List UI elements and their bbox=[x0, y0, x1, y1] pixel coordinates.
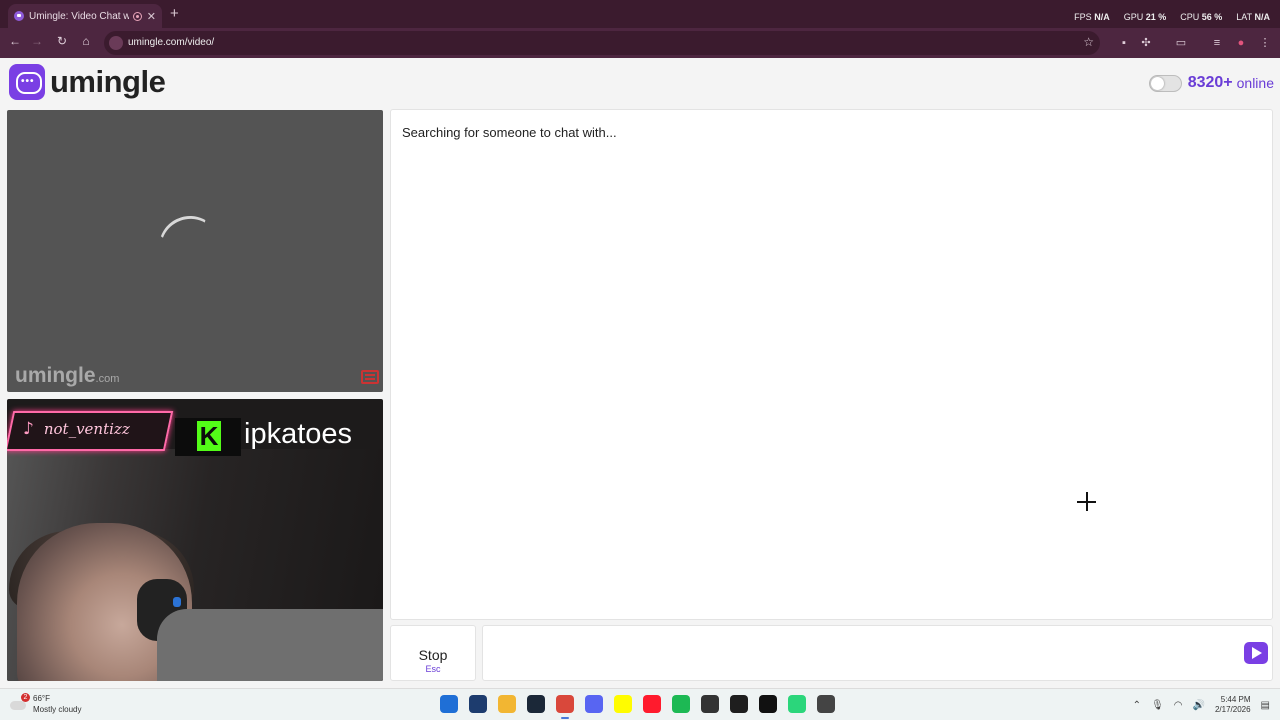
back-icon[interactable]: ← bbox=[6, 34, 24, 48]
opera-icon[interactable] bbox=[643, 695, 661, 713]
wifi-icon[interactable]: ◠ bbox=[1174, 700, 1183, 711]
weather-desc: Mostly cloudy bbox=[33, 705, 82, 714]
browser-tab[interactable]: Umingle: Video Chat with S ✕ bbox=[8, 4, 162, 28]
chat-log: Searching for someone to chat with... bbox=[390, 109, 1273, 620]
theme-toggle[interactable] bbox=[1148, 74, 1182, 92]
browser-toolbar: ← → ↻ ⌂ umingle.com/video/ ☆ ▪ ✣ ▭ ≡ ● ⋮ bbox=[0, 28, 1280, 58]
weather-widget[interactable]: 2 66°F Mostly cloudy bbox=[10, 693, 81, 715]
stop-label: Stop bbox=[418, 647, 448, 663]
file-explorer-icon[interactable] bbox=[498, 695, 516, 713]
tab-title: Umingle: Video Chat with S bbox=[29, 10, 129, 22]
menu-kebab-icon[interactable]: ⋮ bbox=[1258, 36, 1272, 50]
volume-icon[interactable]: 🔊 bbox=[1193, 700, 1205, 711]
performance-overlay: FPS N/A GPU 21 % CPU 56 % LAT N/A bbox=[1074, 12, 1270, 22]
video-watermark: umingle.com bbox=[15, 364, 120, 387]
task-view-icon[interactable] bbox=[469, 695, 487, 713]
online-label: online bbox=[1236, 75, 1274, 91]
loading-spinner-icon bbox=[150, 207, 230, 287]
gpu-stat: GPU 21 % bbox=[1123, 12, 1167, 22]
rockstar-icon[interactable] bbox=[759, 695, 777, 713]
start-icon[interactable] bbox=[440, 695, 458, 713]
send-icon[interactable] bbox=[1244, 642, 1268, 664]
stop-button[interactable]: Stop Esc bbox=[390, 625, 476, 681]
extension-icon[interactable]: ▪ bbox=[1117, 36, 1131, 50]
weather-temp: 66°F bbox=[33, 694, 50, 703]
notification-badge: 2 bbox=[21, 693, 30, 702]
lat-stat: LAT N/A bbox=[1236, 12, 1270, 22]
online-indicator: 8320+ online bbox=[1148, 74, 1274, 92]
chat-status-text: Searching for someone to chat with... bbox=[402, 125, 617, 140]
cpu-stat: CPU 56 % bbox=[1180, 12, 1223, 22]
app-red-icon[interactable] bbox=[817, 695, 835, 713]
puzzle-extensions-icon[interactable]: ✣ bbox=[1139, 36, 1153, 50]
fps-stat: FPS N/A bbox=[1074, 12, 1110, 22]
app-green-icon[interactable] bbox=[788, 695, 806, 713]
clock-date: 2/17/2026 bbox=[1214, 705, 1251, 714]
tray-overflow-icon[interactable]: ⌃ bbox=[1133, 700, 1141, 711]
terminal-icon[interactable] bbox=[730, 695, 748, 713]
profile-icon[interactable]: ● bbox=[1234, 36, 1248, 50]
report-flag-icon[interactable] bbox=[361, 370, 379, 384]
browser-titlebar: Umingle: Video Chat with S ✕ + FPS N/A G… bbox=[0, 0, 1280, 28]
umingle-page: ••• umingle 8320+ online umingle.com ♪ n… bbox=[0, 58, 1280, 688]
tab-close-icon[interactable]: ✕ bbox=[147, 10, 156, 23]
snapchat-icon[interactable] bbox=[614, 695, 632, 713]
site-info-icon[interactable] bbox=[109, 36, 123, 50]
online-count: 8320+ bbox=[1187, 74, 1233, 91]
forward-icon[interactable]: → bbox=[28, 34, 46, 48]
spotify-icon[interactable] bbox=[672, 695, 690, 713]
cloud-icon bbox=[10, 701, 26, 710]
self-video: ♪ not_ventizz K ipkatoes bbox=[7, 399, 383, 681]
clock[interactable]: 5:44 PM 2/17/2026 bbox=[1215, 695, 1251, 715]
logo-text: umingle bbox=[50, 64, 166, 99]
umingle-favicon-icon bbox=[14, 11, 24, 21]
chrome-icon[interactable] bbox=[556, 695, 574, 719]
site-logo[interactable]: ••• umingle bbox=[9, 64, 166, 100]
microphone-icon[interactable]: 🎙 bbox=[1151, 700, 1164, 711]
clock-time: 5:44 PM bbox=[1220, 695, 1251, 704]
tiktok-handle: not_ventizz bbox=[43, 420, 130, 438]
stop-shortcut: Esc bbox=[425, 664, 441, 674]
chat-bubble-logo-icon: ••• bbox=[9, 64, 45, 100]
address-bar[interactable]: umingle.com/video/ ☆ bbox=[104, 31, 1100, 55]
kick-handle: ipkatoes bbox=[244, 418, 353, 450]
url-text[interactable]: umingle.com/video/ bbox=[128, 37, 214, 48]
tiktok-icon: ♪ bbox=[23, 419, 34, 439]
cast-icon[interactable]: ▭ bbox=[1174, 36, 1188, 50]
crosshair-cursor-icon bbox=[1077, 492, 1096, 511]
taskbar-apps bbox=[440, 695, 835, 719]
bookmark-star-icon[interactable]: ☆ bbox=[1083, 35, 1094, 49]
discord-icon[interactable] bbox=[585, 695, 603, 713]
new-tab-button[interactable]: + bbox=[170, 5, 179, 22]
media-controls-icon[interactable]: ≡ bbox=[1210, 36, 1224, 50]
reload-icon[interactable]: ↻ bbox=[53, 34, 71, 48]
stranger-video: umingle.com bbox=[7, 110, 383, 392]
system-tray: ⌃ 🎙 ◠ 🔊 5:44 PM 2/17/2026 ▤ bbox=[1133, 695, 1270, 715]
davinci-icon[interactable] bbox=[701, 695, 719, 713]
windows-taskbar: 2 66°F Mostly cloudy ⌃ 🎙 ◠ 🔊 5:44 PM 2/1… bbox=[0, 688, 1280, 720]
kick-logo-icon: K bbox=[175, 418, 241, 456]
message-input[interactable] bbox=[482, 625, 1273, 681]
steam-icon[interactable] bbox=[527, 695, 545, 713]
notifications-icon[interactable]: ▤ bbox=[1261, 700, 1270, 711]
home-icon[interactable]: ⌂ bbox=[77, 34, 95, 48]
recording-icon bbox=[132, 11, 142, 21]
